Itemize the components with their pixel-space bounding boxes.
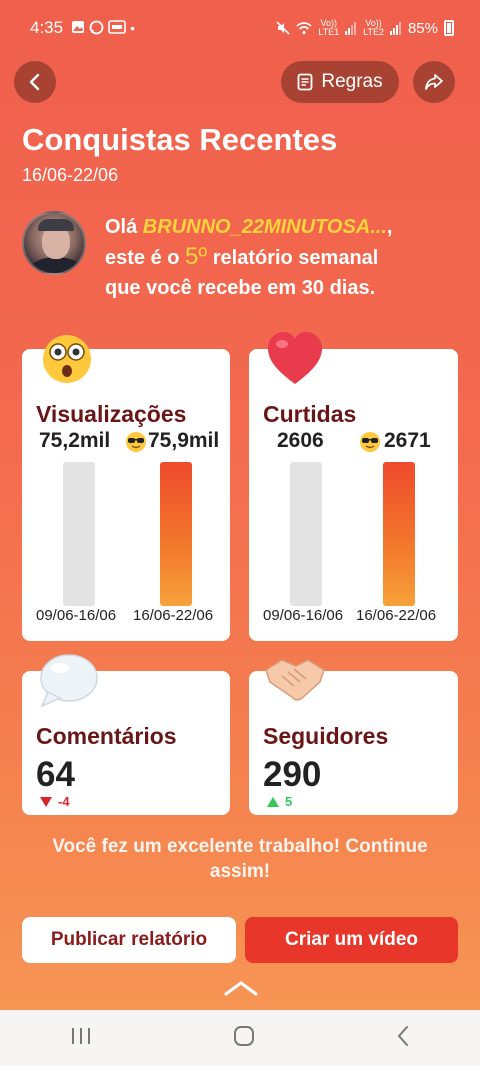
comments-title: Comentários xyxy=(36,723,177,749)
back-button[interactable] xyxy=(14,61,56,103)
arrow-down-icon xyxy=(40,796,52,807)
greeting-text: Olá BRUNNO_22MINUTOSA..., este é o 5º re… xyxy=(105,212,465,303)
greeting-line2b: relatório semanal xyxy=(207,247,379,269)
sunglasses-icon xyxy=(125,431,147,458)
back-nav-icon[interactable] xyxy=(396,1025,410,1052)
views-bar-current xyxy=(160,462,192,606)
likes-previous-value: 2606 xyxy=(277,429,324,452)
views-period-previous: 09/06-16/06 xyxy=(36,607,117,624)
signal-1-icon xyxy=(345,22,357,35)
encouragement-message: Você fez um excelente trabalho! Continue… xyxy=(52,836,428,882)
create-video-button[interactable]: Criar um vídeo xyxy=(245,917,458,963)
document-icon xyxy=(297,73,313,91)
report-rank: 5º xyxy=(185,243,208,270)
comments-value: 64 xyxy=(36,755,75,794)
dot-icon: • xyxy=(130,20,135,36)
system-navigation-bar xyxy=(0,1010,480,1066)
sunglasses-icon xyxy=(359,431,381,458)
battery-icon xyxy=(444,20,454,36)
page-date-range: 16/06-22/06 xyxy=(22,165,119,185)
likes-card: Curtidas 2606 2671 09/06-16/06 16/06-22/… xyxy=(249,349,458,641)
greeting-line3: que você recebe em 30 dias. xyxy=(105,277,376,299)
signal-2-icon xyxy=(389,22,401,35)
page-title: Conquistas Recentes xyxy=(22,122,338,157)
home-icon[interactable] xyxy=(233,1025,255,1052)
followers-value: 290 xyxy=(263,755,322,794)
gallery-icon xyxy=(72,21,85,33)
likes-title: Curtidas xyxy=(263,401,357,427)
surprised-face-icon xyxy=(42,334,92,389)
mute-icon xyxy=(276,21,290,35)
status-time: 4:35 xyxy=(30,18,64,37)
views-card: Visualizações 75,2mil 75,9mil 09/06-16/0… xyxy=(22,349,230,641)
comments-delta: -4 xyxy=(40,794,70,809)
publish-report-button[interactable]: Publicar relatório xyxy=(22,917,236,963)
views-period-current: 16/06-22/06 xyxy=(133,607,214,624)
views-previous-value: 75,2mil xyxy=(39,429,111,452)
followers-delta-value: 5 xyxy=(285,794,293,809)
greeting-prefix: Olá xyxy=(105,216,143,238)
followers-title: Seguidores xyxy=(263,723,389,749)
share-arrow-icon xyxy=(425,74,443,90)
network-2-label: Vo)) LTE2 xyxy=(363,18,384,37)
speech-bubble-icon xyxy=(38,652,100,715)
handshake-icon xyxy=(262,652,328,709)
greeting-comma: , xyxy=(386,216,393,238)
greeting-line2a: este é o xyxy=(105,247,186,269)
network-1-label: Vo)) LTE1 xyxy=(318,18,340,37)
views-title: Visualizações xyxy=(36,401,187,427)
arrow-up-icon xyxy=(267,796,279,807)
avatar[interactable] xyxy=(22,211,86,275)
status-bar: 4:35 • Vo)) LTE1 Vo)) LTE2 85% xyxy=(0,0,480,56)
likes-current-value: 2671 xyxy=(384,429,431,452)
app-notification-icon xyxy=(108,20,126,34)
likes-bar-previous xyxy=(290,462,322,606)
heart-icon xyxy=(266,330,324,391)
followers-delta: 5 xyxy=(267,794,292,809)
likes-period-previous: 09/06-16/06 xyxy=(263,607,344,624)
comments-delta-value: -4 xyxy=(58,794,70,809)
chevron-left-icon xyxy=(29,73,40,91)
notification-icons: • xyxy=(71,20,135,36)
chevron-up-icon[interactable] xyxy=(223,980,259,1001)
rules-button[interactable]: Regras xyxy=(281,61,399,103)
wifi-icon xyxy=(296,22,312,35)
whatsapp-icon xyxy=(89,20,104,35)
battery-percent: 85% xyxy=(407,19,438,37)
share-button[interactable] xyxy=(413,61,455,103)
views-current-value: 75,9mil xyxy=(148,429,220,452)
greeting-username: BRUNNO_22MINUTOSA... xyxy=(142,216,387,238)
rules-label: Regras xyxy=(321,71,383,92)
likes-period-current: 16/06-22/06 xyxy=(356,607,437,624)
recent-apps-icon[interactable] xyxy=(70,1026,92,1051)
views-bar-previous xyxy=(63,462,95,606)
likes-bar-current xyxy=(383,462,415,606)
